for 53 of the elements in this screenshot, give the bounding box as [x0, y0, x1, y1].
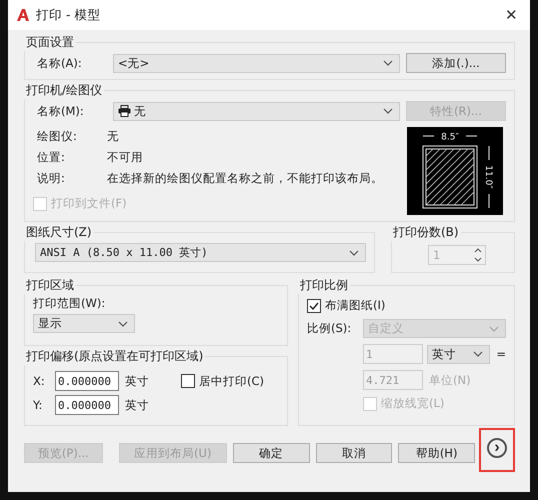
spinner-arrows-icon [473, 246, 483, 264]
name-dropdown[interactable]: <无> [113, 54, 400, 72]
expand-button[interactable]: › [487, 438, 507, 458]
group-title: 打印机/绘图仪 [25, 82, 104, 99]
equals-sign: = [496, 347, 506, 361]
chevron-icon [349, 250, 359, 256]
group-title: 图纸尺寸(Z) [25, 224, 93, 241]
checkbox-label: 布满图纸(I) [325, 298, 386, 313]
checkbox-label: 居中打印(C) [199, 374, 264, 388]
checkbox[interactable] [307, 298, 321, 312]
group-title: 打印比例 [299, 277, 349, 294]
paper-preview-drawing: 8.5″ 11.0″ [407, 127, 503, 215]
dialog-button[interactable]: 帮助(H) [398, 443, 475, 463]
checkbox[interactable] [181, 374, 195, 388]
info-label: 位置: [36, 150, 66, 165]
info-value: 不可用 [107, 150, 143, 165]
field-label: 名称(A): [36, 56, 83, 70]
checkbox-label: 缩放线宽(L) [381, 396, 444, 411]
info-label: 绘图仪: [36, 129, 78, 144]
unit-label: 英寸 [125, 374, 150, 388]
dialog-button[interactable]: 取消 [316, 443, 392, 463]
info-label: 说明: [36, 171, 66, 186]
window-title: 打印 - 模型 [36, 6, 102, 24]
unit-dropdown[interactable]: 英寸 [427, 344, 490, 364]
printer-icon [118, 105, 131, 117]
chevron-icon [473, 351, 484, 357]
chevron-icon [118, 320, 128, 326]
checkbox-label: 打印到文件(F) [51, 196, 127, 211]
close-button[interactable]: ✕ [501, 6, 522, 24]
chevron-icon [383, 60, 393, 66]
group-title: 打印份数(B) [392, 224, 460, 241]
field-label: X: [33, 374, 46, 388]
y-offset-field[interactable]: 0.000000 [55, 395, 119, 415]
dialog-button[interactable]: 确定 [232, 443, 310, 463]
x-offset-field[interactable]: 0.000000 [55, 371, 119, 391]
plot-range-dropdown[interactable]: 显示 [33, 314, 135, 333]
field-label: 打印范围(W): [33, 296, 106, 311]
chevron-icon [489, 326, 499, 332]
info-value: 在选择新的绘图仪配置名称之前，不能打印该布局。 [107, 171, 383, 186]
units-label: 单位(N) [429, 372, 471, 388]
field-label: Y: [33, 398, 44, 412]
chevron-icon [383, 108, 393, 114]
info-value: 无 [107, 129, 119, 144]
printer-dropdown[interactable]: 无 [113, 102, 400, 120]
add-button[interactable]: 添加(.)... [406, 53, 506, 73]
group-title: 打印偏移(原点设置在可打印区域) [25, 348, 204, 365]
group-title: 打印区域 [25, 277, 75, 294]
unit-label: 英寸 [125, 398, 150, 412]
app-logo-icon [16, 8, 30, 22]
group-title: 页面设置 [25, 34, 75, 51]
field-label: 名称(M): [36, 104, 85, 118]
paper-size-dropdown[interactable]: ANSI A (8.50 x 11.00 英寸) [35, 243, 366, 262]
field-label: 比例(S): [307, 321, 352, 336]
